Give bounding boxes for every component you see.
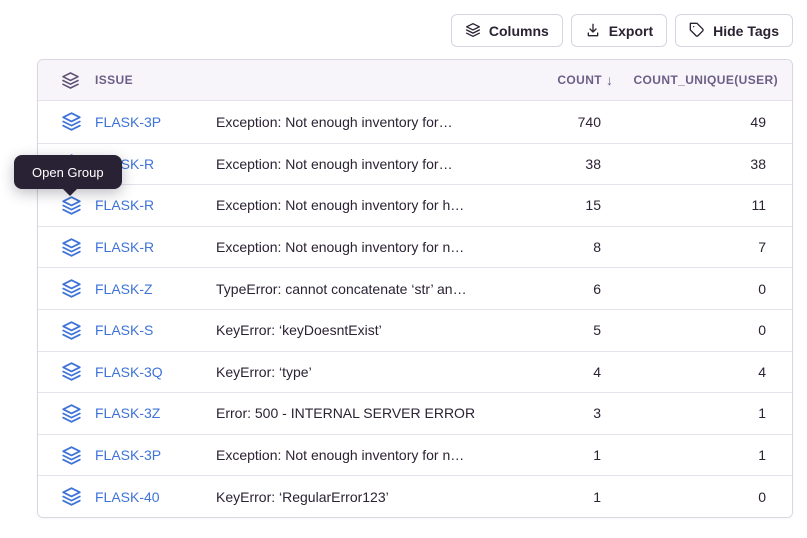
open-group-stack-icon[interactable] xyxy=(61,403,82,424)
count-value: 4 xyxy=(497,364,617,380)
count-unique-value: 1 xyxy=(617,405,792,421)
count-unique-value: 49 xyxy=(617,114,792,130)
count-unique-value: 38 xyxy=(617,156,792,172)
page: Columns Export Hide Tags ISSUE COUNT ↓ C… xyxy=(0,0,807,538)
table-row: FLASK-Z TypeError: cannot concatenate ‘s… xyxy=(38,267,792,309)
hide-tags-button-label: Hide Tags xyxy=(713,24,779,38)
issue-title: TypeError: cannot concatenate ‘str’ an… xyxy=(216,281,497,297)
open-group-stack-icon[interactable] xyxy=(61,195,82,216)
issue-link[interactable]: FLASK-3Z xyxy=(95,405,160,421)
header-count-label: COUNT xyxy=(557,73,602,87)
table-row: FLASK-40 KeyError: ‘RegularError123’ 1 0 xyxy=(38,475,792,517)
count-value: 38 xyxy=(497,156,617,172)
tooltip-open-group: Open Group xyxy=(14,155,122,189)
results-table: ISSUE COUNT ↓ COUNT_UNIQUE(USER) FLASK-3… xyxy=(37,59,793,518)
header-count-unique[interactable]: COUNT_UNIQUE(USER) xyxy=(617,73,792,87)
count-value: 3 xyxy=(497,405,617,421)
count-value: 740 xyxy=(497,114,617,130)
open-group-stack-icon[interactable] xyxy=(61,237,82,258)
count-value: 1 xyxy=(497,489,617,505)
count-unique-value: 1 xyxy=(617,447,792,463)
layers-icon xyxy=(465,22,481,40)
table-row: FLASK-R Exception: Not enough inventory … xyxy=(38,226,792,268)
issue-title: KeyError: ‘keyDoesntExist’ xyxy=(216,322,497,338)
count-unique-value: 0 xyxy=(617,322,792,338)
issue-title: Exception: Not enough inventory for… xyxy=(216,156,497,172)
tooltip-text: Open Group xyxy=(32,165,104,180)
open-group-stack-icon[interactable] xyxy=(61,111,82,132)
table-body: FLASK-3P Exception: Not enough inventory… xyxy=(38,101,792,517)
columns-button[interactable]: Columns xyxy=(451,14,563,47)
issue-title: Exception: Not enough inventory for n… xyxy=(216,239,497,255)
count-unique-value: 0 xyxy=(617,281,792,297)
table-row: FLASK-3P Exception: Not enough inventory… xyxy=(38,434,792,476)
issue-link[interactable]: FLASK-3P xyxy=(95,114,161,130)
count-value: 8 xyxy=(497,239,617,255)
download-icon xyxy=(585,22,601,40)
issue-link[interactable]: FLASK-3Q xyxy=(95,364,163,380)
open-group-stack-icon[interactable] xyxy=(61,445,82,466)
hide-tags-button[interactable]: Hide Tags xyxy=(675,14,793,47)
table-row: FLASK-3Q KeyError: ‘type’ 4 4 xyxy=(38,351,792,393)
tag-icon xyxy=(689,22,705,40)
issue-link[interactable]: FLASK-3P xyxy=(95,447,161,463)
header-count[interactable]: COUNT ↓ xyxy=(497,72,617,88)
count-unique-value: 0 xyxy=(617,489,792,505)
table-row: FLASK-R Exception: Not enough inventory … xyxy=(38,143,792,185)
issue-link[interactable]: FLASK-40 xyxy=(95,489,160,505)
count-value: 15 xyxy=(497,197,617,213)
export-button[interactable]: Export xyxy=(571,14,667,47)
count-unique-value: 7 xyxy=(617,239,792,255)
table-row: FLASK-3Z Error: 500 - INTERNAL SERVER ER… xyxy=(38,392,792,434)
issue-link[interactable]: FLASK-Z xyxy=(95,281,153,297)
count-unique-value: 4 xyxy=(617,364,792,380)
count-unique-value: 11 xyxy=(617,197,792,213)
table-row: FLASK-S KeyError: ‘keyDoesntExist’ 5 0 xyxy=(38,309,792,351)
columns-button-label: Columns xyxy=(489,24,549,38)
count-value: 1 xyxy=(497,447,617,463)
table-row: FLASK-R Exception: Not enough inventory … xyxy=(38,184,792,226)
open-group-stack-icon[interactable] xyxy=(61,278,82,299)
issue-title: Error: 500 - INTERNAL SERVER ERROR xyxy=(216,405,497,421)
toolbar: Columns Export Hide Tags xyxy=(451,14,793,47)
issue-title: Exception: Not enough inventory for… xyxy=(216,114,497,130)
header-stack-icon xyxy=(38,71,95,90)
count-value: 5 xyxy=(497,322,617,338)
export-button-label: Export xyxy=(609,24,653,38)
open-group-stack-icon[interactable] xyxy=(61,486,82,507)
issue-title: KeyError: ‘RegularError123’ xyxy=(216,489,497,505)
issue-title: KeyError: ‘type’ xyxy=(216,364,497,380)
header-issue[interactable]: ISSUE xyxy=(95,73,216,87)
open-group-stack-icon[interactable] xyxy=(61,320,82,341)
table-header: ISSUE COUNT ↓ COUNT_UNIQUE(USER) xyxy=(38,60,792,101)
count-value: 6 xyxy=(497,281,617,297)
open-group-stack-icon[interactable] xyxy=(61,361,82,382)
issue-title: Exception: Not enough inventory for n… xyxy=(216,447,497,463)
table-row: FLASK-3P Exception: Not enough inventory… xyxy=(38,101,792,143)
issue-link[interactable]: FLASK-S xyxy=(95,322,153,338)
issue-title: Exception: Not enough inventory for h… xyxy=(216,197,497,213)
sort-desc-icon: ↓ xyxy=(606,72,613,88)
issue-link[interactable]: FLASK-R xyxy=(95,197,154,213)
tooltip-caret xyxy=(62,188,78,196)
issue-link[interactable]: FLASK-R xyxy=(95,239,154,255)
